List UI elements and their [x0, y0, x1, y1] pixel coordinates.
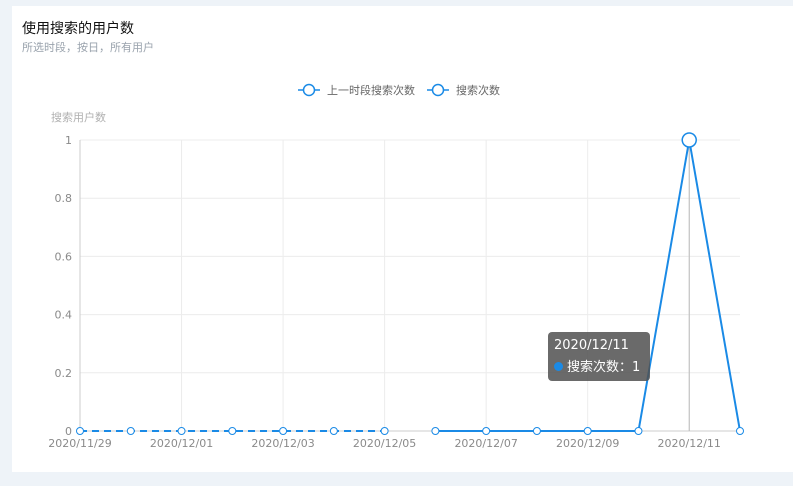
x-tick-label: 2020/12/05	[353, 437, 416, 450]
tooltip-date: 2020/12/11	[554, 338, 629, 353]
y-tick-label: 0.8	[55, 192, 73, 205]
tooltip-series: 搜索次数	[567, 360, 620, 375]
tooltip-value: 1	[632, 360, 641, 375]
y-tick-label: 0.2	[55, 367, 73, 380]
legend-marker-1	[431, 83, 445, 97]
data-point	[482, 427, 491, 435]
tooltip-row: 搜索次数：1	[554, 360, 644, 376]
data-point	[681, 132, 697, 148]
data-point	[279, 427, 288, 435]
line-chart: 上一时段搜索次数 搜索次数搜索用户数00.20.40.60.812020/11/2…	[48, 83, 744, 450]
data-point	[380, 427, 389, 435]
x-tick-label: 2020/12/03	[251, 437, 314, 450]
data-point	[431, 427, 440, 435]
legend-label-1: 搜索次数	[456, 83, 500, 97]
data-point	[329, 427, 338, 435]
y-tick-label: 0.4	[55, 309, 73, 322]
tooltip-separator: ：	[619, 360, 633, 375]
x-tick-label: 2020/12/07	[454, 437, 517, 450]
data-point	[583, 427, 592, 435]
x-tick-label: 2020/11/29	[48, 437, 111, 450]
tooltip-dot-icon	[554, 362, 563, 371]
data-point	[736, 427, 744, 435]
data-point	[76, 427, 84, 435]
data-point	[228, 427, 237, 435]
y-tick-label: 1	[65, 134, 72, 147]
legend-label-0: 上一时段搜索次数	[327, 83, 415, 97]
legend-marker-0	[302, 83, 316, 97]
x-tick-label: 2020/12/11	[658, 437, 721, 450]
x-tick-label: 2020/12/09	[556, 437, 619, 450]
tooltip: 2020/12/11 搜索次数：1	[548, 332, 650, 381]
y-tick-label: 0.6	[55, 250, 73, 263]
data-point	[126, 427, 135, 435]
data-point	[177, 427, 186, 435]
data-point	[634, 427, 643, 435]
y-axis-title: 搜索用户数	[51, 110, 106, 124]
x-tick-label: 2020/12/01	[150, 437, 213, 450]
data-point	[532, 427, 541, 435]
